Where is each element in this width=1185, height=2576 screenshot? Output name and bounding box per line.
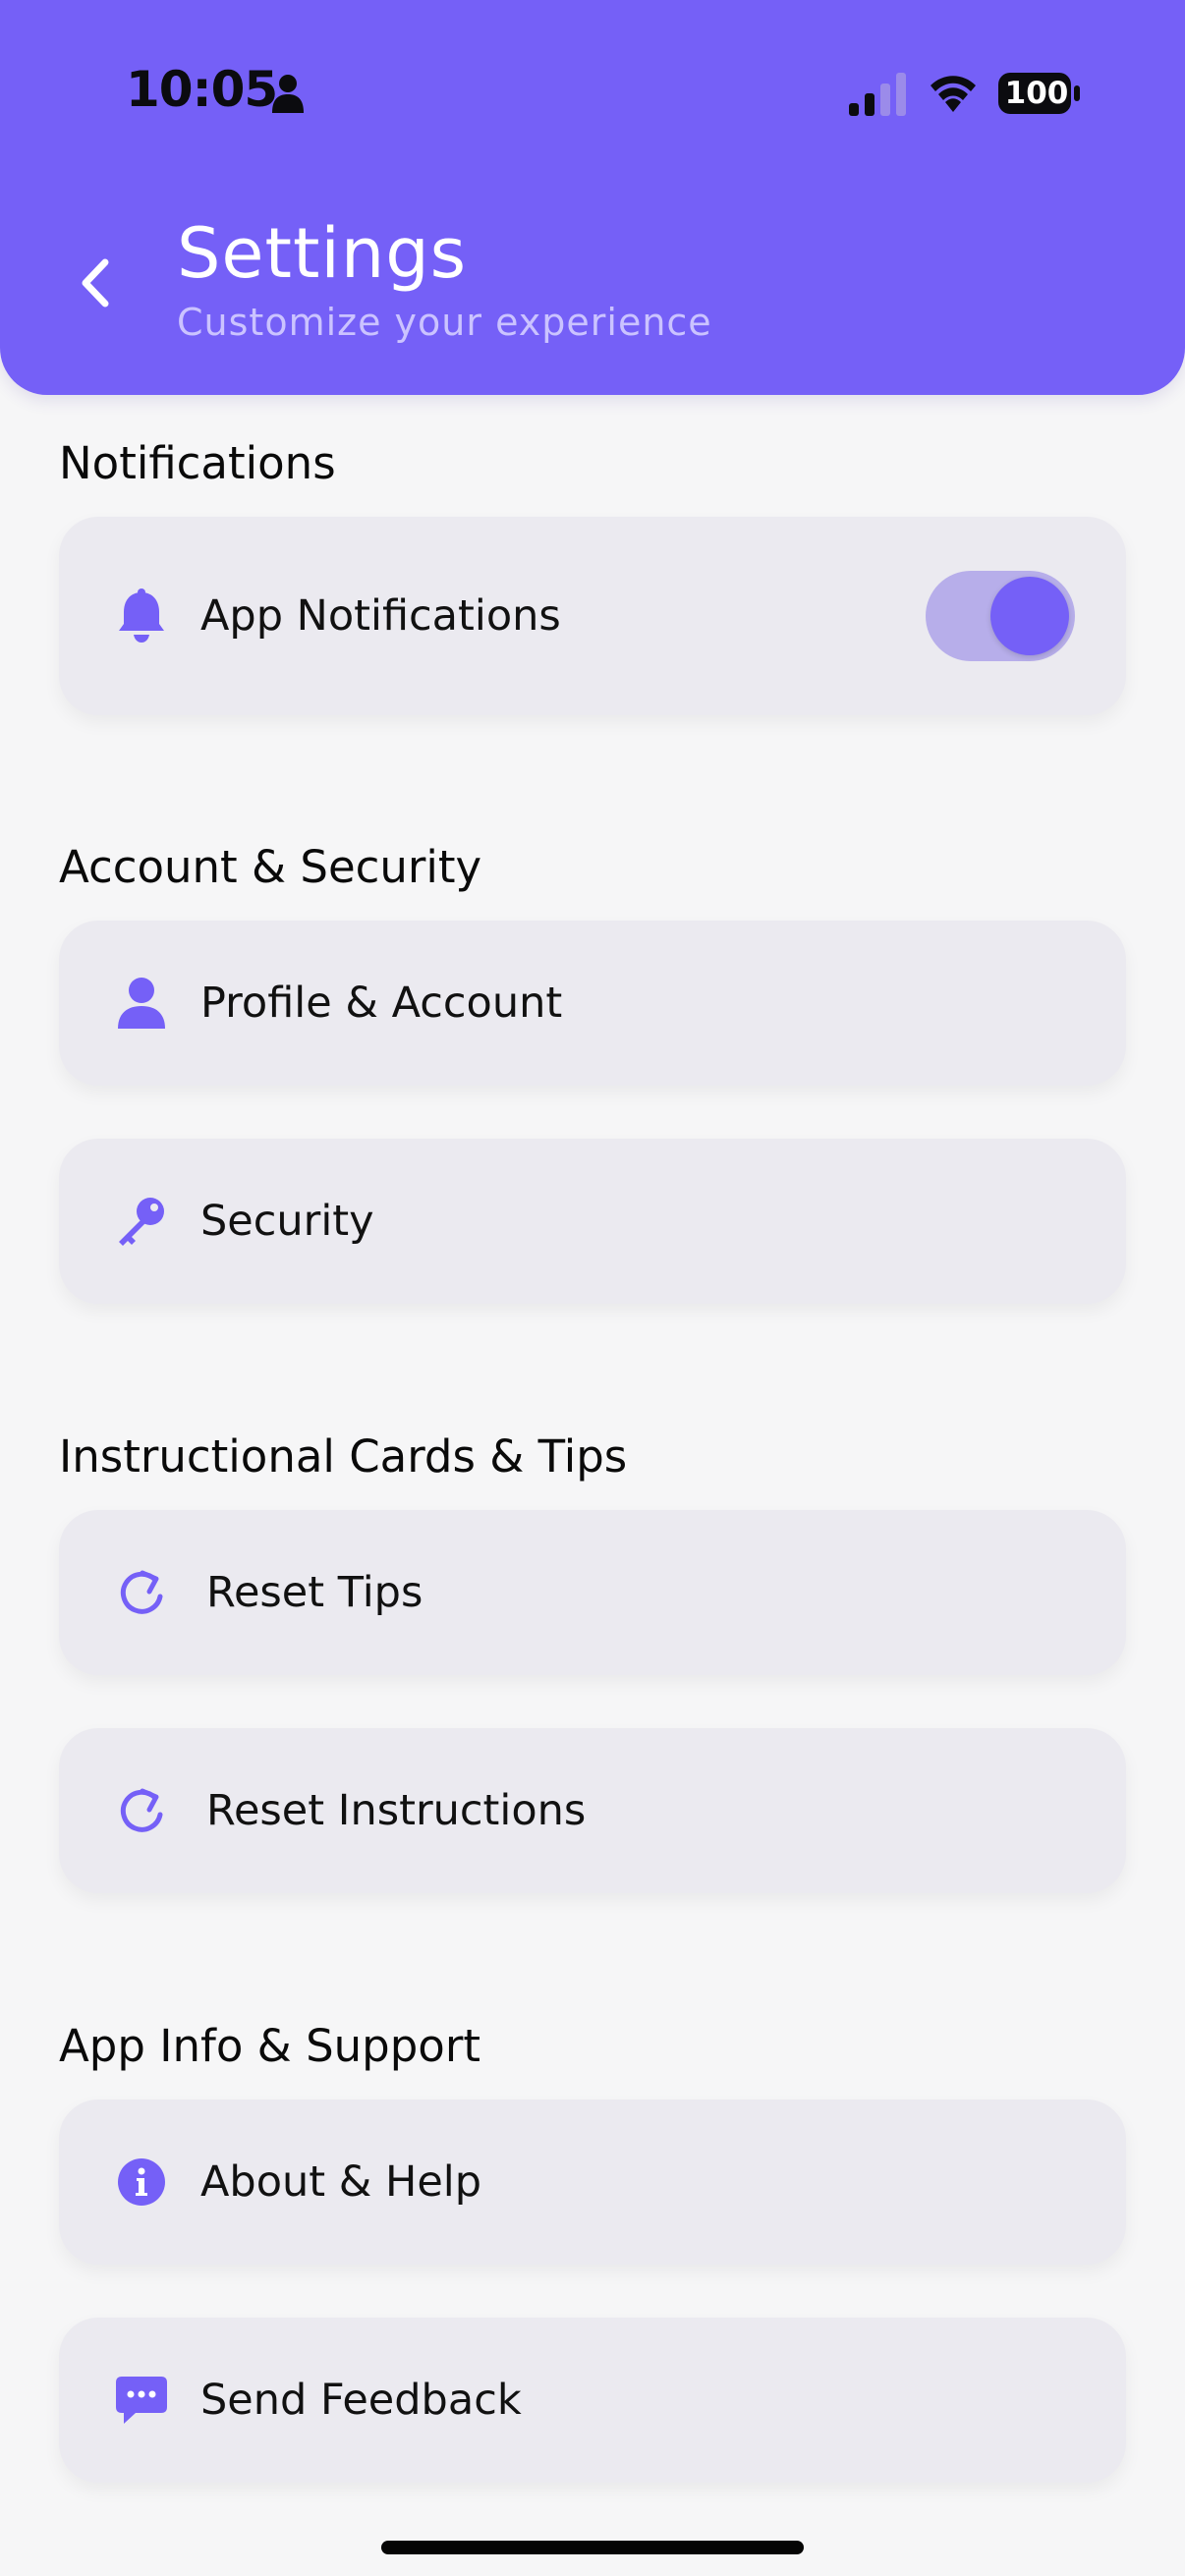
status-time: 10:05 — [126, 61, 278, 118]
send-feedback-row[interactable]: Send Feedback — [59, 2318, 1126, 2483]
app-notifications-row[interactable]: App Notifications — [59, 517, 1126, 715]
about-help-row[interactable]: About & Help — [59, 2100, 1126, 2265]
section-title-instructional: Instructional Cards & Tips — [59, 1430, 628, 1483]
section-title-notifications: Notifications — [59, 437, 336, 489]
person-status-icon — [272, 75, 304, 113]
security-row[interactable]: Security — [59, 1139, 1126, 1304]
app-notifications-toggle[interactable] — [926, 571, 1075, 661]
key-icon — [114, 1194, 169, 1249]
message-icon — [114, 2373, 169, 2428]
page-subtitle: Customize your experience — [177, 301, 712, 344]
cellular-signal-icon — [849, 73, 906, 116]
back-button[interactable] — [63, 246, 126, 320]
section-title-app-info: App Info & Support — [59, 2020, 480, 2072]
refresh-icon — [114, 1565, 169, 1620]
home-indicator — [381, 2541, 804, 2554]
bell-icon — [114, 588, 169, 644]
settings-header: 10:05 100 Settings Customize your experi… — [0, 0, 1185, 395]
wifi-icon — [931, 76, 976, 112]
reset-tips-row[interactable]: Reset Tips — [59, 1510, 1126, 1675]
toggle-knob — [990, 577, 1069, 655]
section-title-account-security: Account & Security — [59, 841, 482, 893]
chevron-left-icon — [82, 258, 109, 308]
send-feedback-label: Send Feedback — [200, 2376, 522, 2425]
page-title: Settings — [177, 213, 468, 294]
info-icon — [114, 2155, 169, 2210]
reset-tips-label: Reset Tips — [206, 1568, 423, 1617]
refresh-icon — [114, 1783, 169, 1838]
profile-account-row[interactable]: Profile & Account — [59, 921, 1126, 1086]
security-label: Security — [200, 1197, 374, 1246]
app-notifications-label: App Notifications — [200, 591, 561, 641]
profile-account-label: Profile & Account — [200, 979, 563, 1028]
person-icon — [114, 976, 169, 1031]
battery-level: 100 — [1004, 76, 1069, 111]
about-help-label: About & Help — [200, 2157, 482, 2207]
reset-instructions-row[interactable]: Reset Instructions — [59, 1728, 1126, 1893]
reset-instructions-label: Reset Instructions — [206, 1786, 587, 1835]
